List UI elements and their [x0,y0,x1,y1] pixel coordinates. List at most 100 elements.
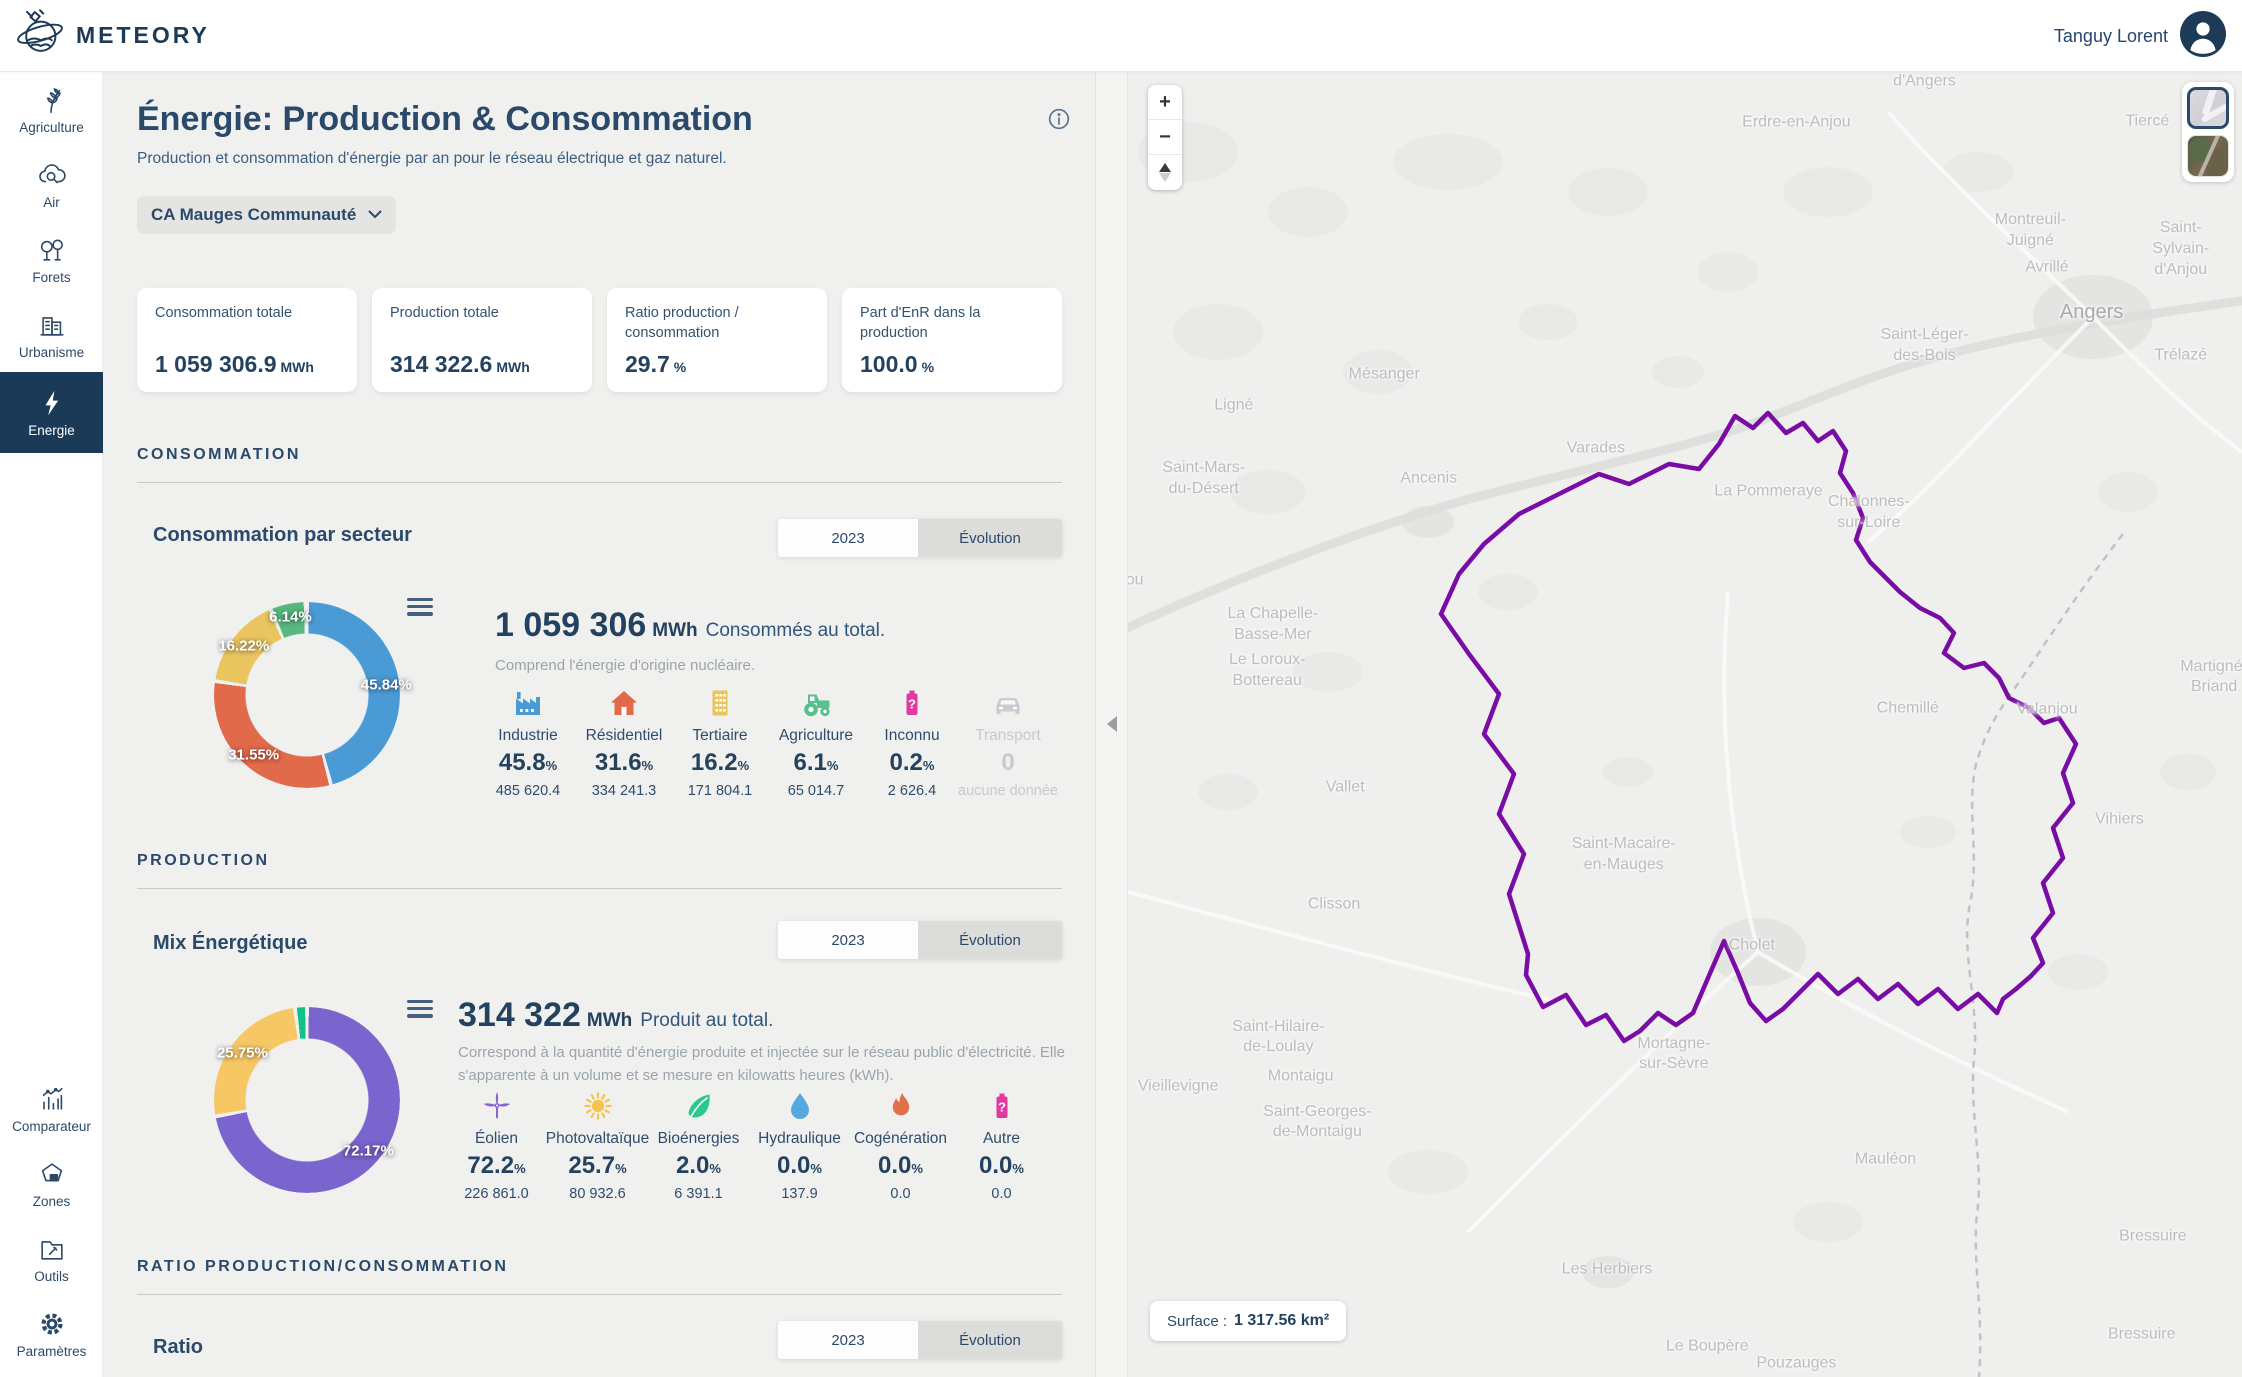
year-evolution-tabs: 2023 Évolution [778,519,1062,557]
trees-icon [37,235,67,265]
chart-menu-icon[interactable] [407,1000,433,1018]
sector-cog-n-ration: Cogénération 0.0% 0.0 [850,1088,951,1202]
user-name[interactable]: Tanguy Lorent [2054,26,2168,47]
page-title: Énergie: Production & Consommation [137,100,753,139]
sidebar-item-comparateur[interactable]: Comparateur [0,1071,103,1146]
compass-button[interactable] [1148,155,1182,190]
compare-chart-icon [37,1084,67,1114]
sidebar-item-outils[interactable]: Outils [0,1221,103,1296]
year-evolution-tabs: 2023 Évolution [778,921,1062,959]
sector-agriculture: Agriculture 6.1% 65 014.7 [768,685,864,799]
tab-evolution[interactable]: Évolution [918,1321,1062,1359]
bolt-icon [37,388,67,418]
stat-value: 100.0% [860,351,1044,378]
production-total-unit: MWh [587,1010,632,1031]
tab-year[interactable]: 2023 [778,921,918,959]
sidebar-item-urbanisme[interactable]: Urbanisme [0,297,103,372]
gear-icon [37,1309,67,1339]
wind-turbine-icon [481,1088,513,1122]
svg-text:?: ? [908,697,916,712]
tools-folder-icon [37,1234,67,1264]
leaf-icon [683,1088,715,1122]
sector-bio-nergies: Bioénergies 2.0% 6 391.1 [648,1088,749,1202]
section-divider [137,888,1062,889]
satellite-style-thumbnail[interactable] [2187,135,2229,177]
sector-r-sidentiel: Résidentiel 31.6% 334 241.3 [576,685,672,799]
production-total-value: 314 322 [458,996,581,1034]
surface-info-card: Surface : 1 317.56 km² [1150,1301,1346,1341]
chart-menu-icon[interactable] [407,598,433,616]
sidebar-item-air[interactable]: Air [0,147,103,222]
map-controls: + − [1148,85,1182,190]
department-boundary-dashed [1967,534,2123,1377]
battery-question-icon: ? [986,1088,1018,1122]
collapse-panel-icon[interactable] [1107,716,1117,732]
sidebar-item-forets[interactable]: Forets [0,222,103,297]
urban-areas [1402,275,2153,1288]
tab-evolution[interactable]: Évolution [918,519,1062,557]
stat-value: 314 322.6MWh [390,351,574,378]
tab-year[interactable]: 2023 [778,1321,918,1359]
surface-label: Surface : [1167,1313,1227,1330]
sidebar-item-energie[interactable]: Energie [0,372,103,453]
chart-card-title: Mix Énergétique [153,932,307,955]
stat-card: Production totale 314 322.6MWh [372,288,592,392]
chart-card-title: Ratio [153,1336,203,1359]
stat-label: Production totale [390,304,574,324]
section-heading: RATIO PRODUCTION/CONSOMMATION [137,1258,508,1276]
layer-switcher [2182,82,2234,182]
car-icon [992,685,1024,719]
stat-value: 1 059 306.9MWh [155,351,339,378]
section-divider [137,1294,1062,1295]
tractor-icon [800,685,832,719]
top-header: METEORY Tanguy Lorent [0,0,2242,72]
sector-inconnu: ? Inconnu 0.2% 2 626.4 [864,685,960,799]
sector-tertiaire: Tertiaire 16.2% 171 804.1 [672,685,768,799]
avatar[interactable] [2180,11,2226,62]
section-heading: PRODUCTION [137,852,270,870]
house-icon [608,685,640,719]
production-note: Correspond à la quantité d'énergie produ… [458,1042,1068,1087]
zoom-out-button[interactable]: − [1148,120,1182,155]
consumption-donut-chart [214,602,400,788]
factory-icon [512,685,544,719]
logo[interactable]: METEORY [0,7,210,64]
page-subtitle: Production et consommation d'énergie par… [137,150,727,168]
svg-text:?: ? [998,1100,1006,1115]
stat-card: Part d'EnR dans la production 100.0% [842,288,1062,392]
sidebar-item-zones[interactable]: Zones [0,1146,103,1221]
stat-card: Consommation totale 1 059 306.9MWh [137,288,357,392]
consumption-total-unit: MWh [652,620,697,641]
flame-icon [885,1088,917,1122]
stat-label: Consommation totale [155,304,339,324]
sector-transport: Transport 0 aucune donnée [960,685,1056,799]
sector--olien: Éolien 72.2% 226 861.0 [446,1088,547,1202]
sidebar: AgricultureAirForetsUrbanismeEnergie Com… [0,72,103,1377]
battery-question-icon: ? [896,685,928,719]
droplet-icon [784,1088,816,1122]
sector-industrie: Industrie 45.8% 485 620.4 [480,685,576,799]
building-icon [704,685,736,719]
surface-value: 1 317.56 km² [1234,1312,1329,1330]
tab-year[interactable]: 2023 [778,519,918,557]
consumption-total-value: 1 059 306 [495,606,646,644]
tab-evolution[interactable]: Évolution [918,921,1062,959]
stat-card: Ratio production / consommation 29.7% [607,288,827,392]
app-root: METEORY Tanguy Lorent AgricultureAirFore… [0,0,2242,1377]
region-select[interactable]: CA Mauges Communauté [137,196,396,234]
info-icon[interactable] [1048,108,1070,135]
section-heading: CONSOMMATION [137,446,301,464]
sector-hydraulique: Hydraulique 0.0% 137.9 [749,1088,850,1202]
zones-icon [37,1159,67,1189]
consumption-total-suffix: Consommés au total. [706,620,886,641]
meteory-logo-icon [14,7,66,64]
chevron-down-icon [368,206,382,224]
stat-label: Ratio production / consommation [625,304,809,343]
sidebar-item-agriculture[interactable]: Agriculture [0,72,103,147]
year-evolution-tabs: 2023 Évolution [778,1321,1062,1359]
map-canvas[interactable]: Tiercéd'AngersErdre-en-AnjouMontreuil- J… [1128,72,2242,1377]
zoom-in-button[interactable]: + [1148,85,1182,120]
sidebar-item-param-tres[interactable]: Paramètres [0,1296,103,1371]
section-divider [137,482,1062,483]
map-style-thumbnail[interactable] [2187,87,2229,129]
